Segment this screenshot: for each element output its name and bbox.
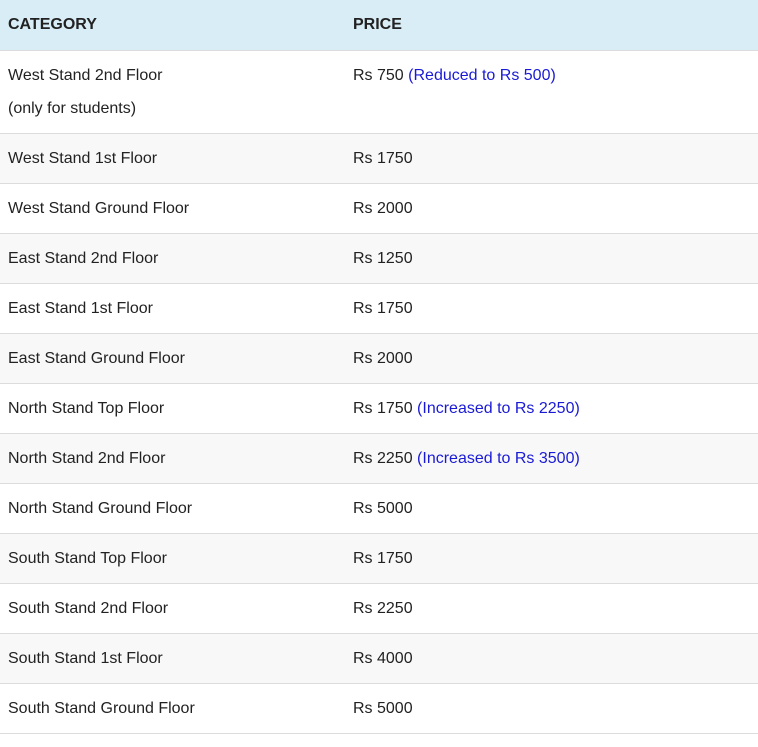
price-cell: Rs 2250 (Increased to Rs 3500) (345, 433, 758, 484)
table-row: East Stand 1st Floor Rs 1750 (0, 283, 758, 334)
price-note: (Reduced to Rs 500) (408, 66, 556, 84)
table-row: East Stand 2nd Floor Rs 1250 (0, 233, 758, 284)
table-row: West Stand 2nd Floor (only for students)… (0, 50, 758, 134)
table-row: South Stand 1st Floor Rs 4000 (0, 633, 758, 684)
category-cell: South Stand Ground Floor (0, 683, 345, 734)
table-row: West Stand 1st Floor Rs 1750 (0, 133, 758, 184)
category-cell: West Stand Ground Floor (0, 183, 345, 234)
category-cell: East Stand Ground Floor (0, 333, 345, 384)
price-cell: Rs 4000 (345, 633, 758, 684)
category-cell: East Stand 2nd Floor (0, 233, 345, 284)
price-note: (Increased to Rs 3500) (417, 449, 580, 467)
price-cell: Rs 1750 (345, 533, 758, 584)
ticket-price-table: CATEGORY PRICE West Stand 2nd Floor (onl… (0, 0, 758, 734)
category-cell: West Stand 2nd Floor (only for students) (0, 50, 345, 134)
price-value: Rs 2250 (353, 449, 413, 467)
price-cell: Rs 2000 (345, 333, 758, 384)
category-sublabel: (only for students) (8, 99, 137, 117)
category-cell: East Stand 1st Floor (0, 283, 345, 334)
header-category: CATEGORY (0, 0, 345, 51)
table-row: North Stand 2nd Floor Rs 2250 (Increased… (0, 433, 758, 484)
price-cell: Rs 1750 (345, 283, 758, 334)
table-header: CATEGORY PRICE (0, 0, 758, 51)
table-row: South Stand Top Floor Rs 1750 (0, 533, 758, 584)
category-cell: South Stand Top Floor (0, 533, 345, 584)
price-cell: Rs 5000 (345, 483, 758, 534)
price-cell: Rs 1250 (345, 233, 758, 284)
table-row: North Stand Top Floor Rs 1750 (Increased… (0, 383, 758, 434)
header-price: PRICE (345, 0, 758, 51)
price-value: Rs 750 (353, 66, 404, 84)
price-cell: Rs 5000 (345, 683, 758, 734)
price-cell: Rs 2000 (345, 183, 758, 234)
price-note: (Increased to Rs 2250) (417, 399, 580, 417)
price-cell: Rs 1750 (Increased to Rs 2250) (345, 383, 758, 434)
table-row: South Stand 2nd Floor Rs 2250 (0, 583, 758, 634)
price-value: Rs 1750 (353, 399, 413, 417)
category-label: West Stand 2nd Floor (8, 66, 163, 84)
table-row: West Stand Ground Floor Rs 2000 (0, 183, 758, 234)
header-row: CATEGORY PRICE (0, 0, 758, 51)
category-cell: North Stand Top Floor (0, 383, 345, 434)
category-cell: South Stand 2nd Floor (0, 583, 345, 634)
category-cell: North Stand 2nd Floor (0, 433, 345, 484)
category-cell: West Stand 1st Floor (0, 133, 345, 184)
category-cell: South Stand 1st Floor (0, 633, 345, 684)
price-cell: Rs 1750 (345, 133, 758, 184)
table-body: West Stand 2nd Floor (only for students)… (0, 50, 758, 734)
table-row: East Stand Ground Floor Rs 2000 (0, 333, 758, 384)
price-cell: Rs 2250 (345, 583, 758, 634)
price-cell: Rs 750 (Reduced to Rs 500) (345, 50, 758, 134)
category-cell: North Stand Ground Floor (0, 483, 345, 534)
table-row: South Stand Ground Floor Rs 5000 (0, 683, 758, 734)
table-row: North Stand Ground Floor Rs 5000 (0, 483, 758, 534)
